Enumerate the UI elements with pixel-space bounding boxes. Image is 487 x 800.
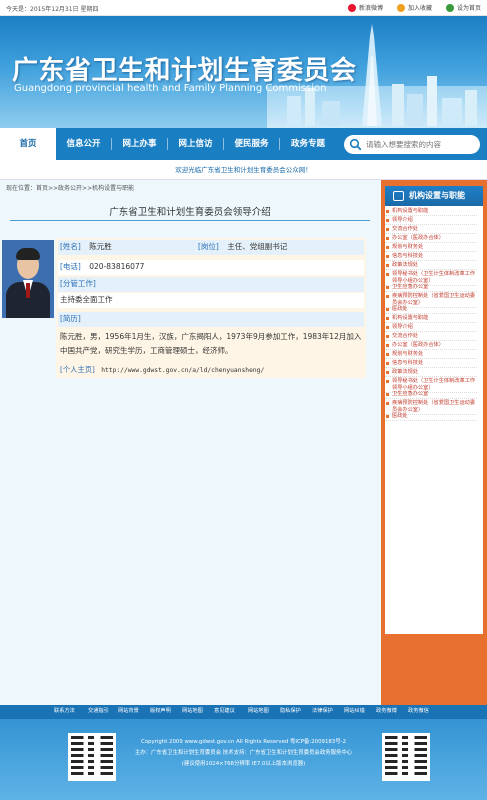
set-homepage-link[interactable]: 设为首页 [445, 3, 481, 12]
nav-online-petition[interactable]: 网上信访 [168, 128, 223, 160]
sidebar-item[interactable]: 政策法规处 [385, 262, 477, 270]
nav-special-topics[interactable]: 政务专题 [280, 128, 336, 160]
star-icon [396, 4, 405, 12]
footer-link[interactable]: 网站地图 [248, 707, 269, 714]
duty-row: 主持委全面工作 [60, 293, 113, 307]
duty-label: [分管工作] [60, 279, 96, 288]
sidebar-item[interactable]: 规划与财务处 [385, 351, 477, 359]
photo-tie [26, 283, 30, 298]
footer-link[interactable]: 政务微信 [408, 707, 429, 714]
homepage-label: [个人主页] [60, 365, 95, 374]
footer-link[interactable]: 隐私保护 [280, 707, 301, 714]
footer-link[interactable]: 交通指引 [88, 707, 109, 714]
footer-link[interactable]: 网站地图 [182, 707, 203, 714]
site-subtitle: Guangdong provincial health and Family P… [14, 83, 327, 94]
footer-sponsor: 主办：广东省卫生和计划生育委员会 技术支持：广东省卫生和计划生育委员会政务服务中… [134, 750, 353, 756]
row-background [58, 312, 364, 327]
sidebar: 机构设置与职能 机构设置与职能 领导介绍 交流合作处 办公室（医政办合体） 规划与财务处… [381, 180, 487, 705]
sidebar-item[interactable]: 医政处 [385, 413, 477, 421]
page-title: 广东省卫生和计划生育委员会领导介绍 [109, 207, 271, 218]
top-bar: 今天是：2015年12月31日 星期四 新浪微博 加入收藏 设为首页 [0, 0, 487, 16]
row-background [58, 277, 364, 292]
current-date: 今天是：2015年12月31日 星期四 [6, 6, 99, 13]
homepage-row: [个人主页] http://www.gdwst.gov.cn/a/ld/chen… [60, 365, 264, 375]
sidebar-item[interactable]: 领导介绍 [385, 324, 477, 332]
sidebar-item[interactable]: 卫生应急办公室 [385, 284, 477, 292]
sidebar-item[interactable]: 机构设置与职能 [385, 208, 477, 216]
nav-info-disclosure[interactable]: 信息公开 [56, 128, 111, 160]
leader-duty: 主持委全面工作 [60, 295, 113, 304]
nav-home[interactable]: 首页 [0, 128, 56, 160]
sidebar-item[interactable]: 交流合作处 [385, 226, 477, 234]
footer-link[interactable]: 政务微博 [376, 707, 397, 714]
position-row: [岗位] 主任、党组副书记 [198, 240, 287, 254]
footer-link[interactable]: 意见建议 [214, 707, 235, 714]
leader-name: 陈元胜 [89, 242, 112, 251]
footer-link[interactable]: 联系方法 [54, 707, 75, 714]
site-banner: 广东省卫生和计划生育委员会 Guangdong provincial healt… [0, 16, 487, 128]
weibo-icon [347, 4, 356, 12]
sidebar-item[interactable]: 卫生应急办公室 [385, 391, 477, 399]
welcome-message: 欢迎光临广东省卫生和计划生育委员会公众网！ [0, 160, 487, 180]
nav-online-services[interactable]: 网上办事 [112, 128, 167, 160]
footer-link[interactable]: 版权声明 [150, 707, 171, 714]
duty-label-row: [分管工作] [60, 277, 96, 291]
leader-photo [2, 240, 54, 318]
bio-label: [简历] [60, 314, 81, 323]
leader-position: 主任、党组副书记 [227, 242, 288, 251]
homepage-link[interactable]: http://www.gdwst.gov.cn/a/ld/chenyuanshe… [101, 367, 264, 374]
nav-public-services[interactable]: 便民服务 [224, 128, 279, 160]
search-icon[interactable] [349, 138, 362, 151]
home-icon [445, 4, 454, 12]
footer-link[interactable]: 网站纠错 [344, 707, 365, 714]
sidebar-item[interactable]: 信息与科技处 [385, 360, 477, 368]
sidebar-header: 机构设置与职能 [385, 186, 483, 206]
phone-label: [电话] [60, 262, 81, 271]
footer-link[interactable]: 网站背景 [118, 707, 139, 714]
name-label: [姓名] [60, 242, 81, 251]
sidebar-item[interactable]: 办公室（医政办合体） [385, 235, 477, 243]
sidebar-item[interactable]: 医政处 [385, 306, 477, 314]
name-row: [姓名] 陈元胜 [60, 240, 112, 254]
footer-note: (建议使用1024×768分辨率 IE7.0以上版本浏览器) [181, 761, 306, 767]
book-icon [393, 191, 404, 201]
bio-label-row: [简历] [60, 312, 81, 326]
breadcrumb: 现在位置：首页>>政务公开>>机构设置与职能 [6, 185, 135, 192]
weibo-link[interactable]: 新浪微博 [347, 3, 383, 12]
sidebar-item[interactable]: 信息与科技处 [385, 253, 477, 261]
sidebar-title: 机构设置与职能 [409, 191, 465, 200]
sidebar-item[interactable]: 机构设置与职能 [385, 315, 477, 323]
footer-link[interactable]: 法律保护 [312, 707, 333, 714]
photo-hair [16, 248, 40, 260]
sidebar-item[interactable]: 规划与财务处 [385, 244, 477, 252]
search-box [344, 135, 480, 154]
add-favorite-link[interactable]: 加入收藏 [396, 3, 432, 12]
search-input[interactable] [366, 135, 476, 154]
sidebar-item[interactable]: 政策法规处 [385, 369, 477, 377]
site-title: 广东省卫生和计划生育委员会 [12, 56, 357, 86]
footer-copyright: Copyright 2009 www.gdwst.gov.cn All Righ… [140, 739, 346, 745]
position-label: [岗位] [198, 242, 219, 251]
leader-phone: 020-83816077 [89, 262, 145, 271]
phone-row: [电话] 020-83816077 [60, 260, 144, 274]
title-divider [10, 220, 370, 221]
top-links: 新浪微博 加入收藏 设为首页 [347, 3, 481, 12]
sidebar-item[interactable]: 办公室（医政办合体） [385, 342, 477, 350]
sidebar-item[interactable]: 交流合作处 [385, 333, 477, 341]
sidebar-item[interactable]: 领导介绍 [385, 217, 477, 225]
leader-bio: 陈元胜，男，1956年1月生，汉族，广东揭阳人，1973年9月参加工作，1983… [60, 332, 362, 355]
